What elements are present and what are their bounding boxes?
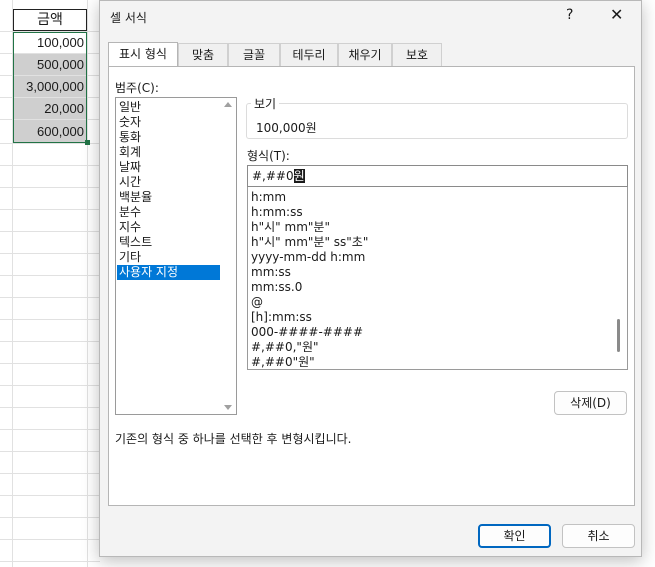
grid-line [0, 319, 100, 320]
description-text: 기존의 형식 중 하나를 선택한 후 변형시킵니다. [115, 432, 352, 446]
category-item[interactable]: 백분율 [119, 190, 152, 205]
grid-line [0, 385, 100, 386]
help-button[interactable]: ? [566, 7, 573, 23]
amount-cell[interactable]: 3,000,000 [13, 76, 87, 97]
tab-border[interactable]: 테두리 [280, 43, 338, 66]
type-input-selected-text: 원 [293, 169, 305, 183]
grid-line [0, 495, 100, 496]
format-item[interactable]: #,##0"원" [251, 355, 315, 369]
format-item[interactable]: [h]:mm:ss [251, 310, 312, 325]
format-scroll-thumb[interactable] [617, 319, 620, 352]
grid-line [0, 539, 100, 540]
tab-panel: 범주(C): 일반 숫자 통화 회계 날짜 시간 백분율 분수 지수 텍스트 기… [108, 66, 635, 506]
category-item[interactable]: 숫자 [119, 115, 141, 130]
category-item[interactable]: 일반 [119, 100, 141, 115]
grid-line [0, 473, 100, 474]
grid-line [0, 253, 100, 254]
delete-button[interactable]: 삭제(D) [554, 391, 627, 415]
scroll-up-icon[interactable] [224, 102, 232, 107]
dialog-title: 셀 서식 [110, 11, 147, 25]
category-item[interactable]: 시간 [119, 175, 141, 190]
grid-line [0, 341, 100, 342]
format-item[interactable]: 000-####-#### [251, 325, 363, 340]
cancel-button[interactable]: 취소 [562, 524, 635, 548]
grid-line [0, 429, 100, 430]
scroll-down-icon[interactable] [224, 405, 232, 410]
category-listbox[interactable]: 일반 숫자 통화 회계 날짜 시간 백분율 분수 지수 텍스트 기타 사용자 지… [115, 97, 237, 415]
grid-line [0, 275, 100, 276]
category-item[interactable]: 통화 [119, 130, 141, 145]
category-scrollbar[interactable] [219, 99, 235, 413]
amount-cell[interactable]: 500,000 [13, 54, 87, 75]
grid-line [0, 209, 100, 210]
grid-line [87, 0, 88, 567]
format-item[interactable]: mm:ss.0 [251, 280, 302, 295]
fill-handle[interactable] [85, 140, 90, 145]
format-item[interactable]: h"시" mm"분" ss"초" [251, 235, 368, 250]
grid-line [0, 407, 100, 408]
format-cells-dialog: 셀 서식 ? ✕ 표시 형식 맞춤 글꼴 테두리 채우기 보호 범주(C): 일… [99, 0, 642, 557]
category-item[interactable]: 회계 [119, 145, 141, 160]
grid-line [0, 451, 100, 452]
category-item[interactable]: 날짜 [119, 160, 141, 175]
category-item[interactable]: 텍스트 [119, 235, 152, 250]
amount-cell[interactable]: 20,000 [13, 98, 87, 119]
sample-label: 보기 [251, 95, 280, 112]
format-item[interactable]: h"시" mm"분" [251, 220, 330, 235]
category-item[interactable]: 분수 [119, 205, 141, 220]
type-input-text: #,##0 [252, 169, 294, 183]
tab-font[interactable]: 글꼴 [228, 43, 280, 66]
type-input[interactable]: #,##0원 [247, 165, 628, 187]
tab-alignment[interactable]: 맞춤 [178, 43, 228, 66]
format-listbox[interactable]: h:mm h:mm:ss h"시" mm"분" h"시" mm"분" ss"초"… [247, 187, 628, 370]
format-item[interactable]: @ [251, 295, 263, 310]
grid-line [0, 517, 100, 518]
type-label: 형식(T): [247, 149, 290, 163]
grid-line [0, 187, 100, 188]
amount-cell[interactable]: 600,000 [13, 120, 87, 143]
grid-line [0, 561, 100, 562]
tab-fill[interactable]: 채우기 [338, 43, 392, 66]
category-item-selected[interactable]: 사용자 지정 [117, 265, 220, 280]
grid-line [0, 231, 100, 232]
close-icon[interactable]: ✕ [610, 5, 623, 24]
format-item[interactable]: yyyy-mm-dd h:mm [251, 250, 365, 265]
amount-header-cell[interactable]: 금액 [13, 9, 87, 31]
format-item[interactable]: h:mm [251, 190, 286, 205]
sample-value: 100,000원 [256, 121, 317, 135]
category-item[interactable]: 지수 [119, 220, 141, 235]
category-label: 범주(C): [115, 81, 159, 95]
format-item[interactable]: mm:ss [251, 265, 291, 280]
format-item[interactable]: #,##0,"원" [251, 340, 319, 355]
ok-button[interactable]: 확인 [478, 524, 551, 548]
grid-line [0, 165, 100, 166]
tab-number-format[interactable]: 표시 형식 [108, 42, 178, 67]
grid-line [0, 297, 100, 298]
amount-cell[interactable]: 100,000 [13, 32, 87, 53]
category-item[interactable]: 기타 [119, 250, 141, 265]
format-item[interactable]: h:mm:ss [251, 205, 303, 220]
tab-protection[interactable]: 보호 [392, 43, 442, 66]
grid-line [0, 363, 100, 364]
